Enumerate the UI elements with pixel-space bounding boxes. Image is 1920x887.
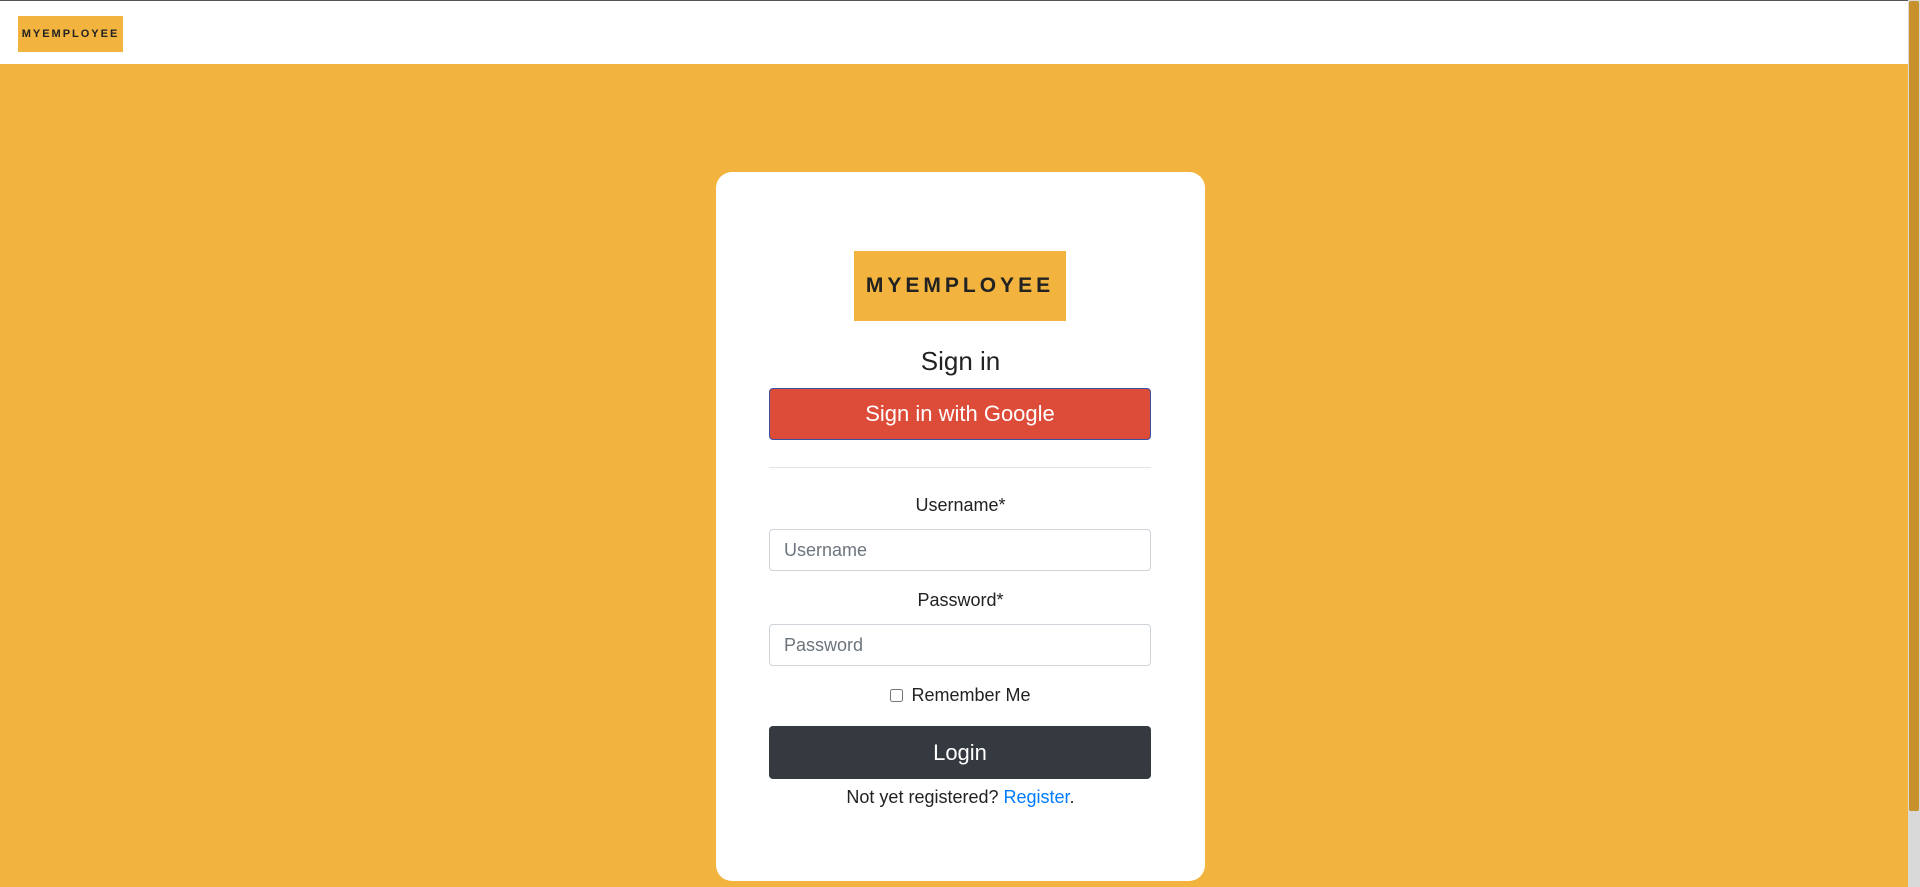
- password-input[interactable]: [769, 624, 1151, 666]
- remember-me-label: Remember Me: [911, 685, 1031, 705]
- remember-me[interactable]: Remember Me: [716, 685, 1205, 706]
- username-label: Username*: [915, 495, 1006, 515]
- navbar-logo[interactable]: MYEMPLOYEE: [18, 16, 123, 52]
- signin-title: Sign in: [920, 346, 1001, 376]
- register-line: Not yet registered? Register.: [716, 787, 1205, 808]
- page-scrollbar[interactable]: [1908, 0, 1920, 887]
- login-card: MYEMPLOYEE Sign in Sign in with Google U…: [716, 172, 1205, 881]
- register-prompt: Not yet registered?: [846, 787, 1004, 807]
- remember-me-checkbox[interactable]: [890, 689, 904, 702]
- top-navbar: MYEMPLOYEE: [0, 0, 1920, 64]
- register-suffix: .: [1069, 787, 1075, 807]
- card-logo: MYEMPLOYEE: [854, 251, 1066, 321]
- divider: [769, 467, 1151, 468]
- password-label: Password*: [917, 590, 1004, 610]
- scrollbar-thumb[interactable]: [1909, 1, 1919, 811]
- register-link[interactable]: Register: [1004, 787, 1070, 807]
- login-button[interactable]: Login: [769, 726, 1151, 779]
- google-signin-button[interactable]: Sign in with Google: [769, 388, 1151, 440]
- username-input[interactable]: [769, 529, 1151, 571]
